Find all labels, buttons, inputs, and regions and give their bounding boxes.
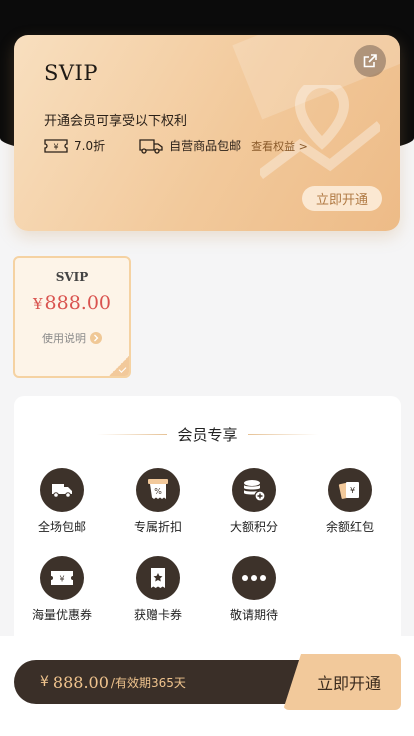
price-summary: ¥ 888.00 /有效期365天 [14,660,314,704]
bottom-purchase-bar: ¥ 888.00 /有效期365天 立即开通 [0,636,414,736]
usage-label: 使用说明 [42,332,86,345]
svg-text:¥: ¥ [59,575,64,584]
arrow-right-icon [90,332,102,344]
card-open-button[interactable]: 立即开通 [302,186,382,211]
perk-discount: ¥ 7.0折 [44,137,105,154]
title-divider-left [97,434,168,435]
perk-shipping-label: 自营商品包邮 [169,139,242,153]
benefit-gift-cards[interactable]: 获赠卡券 [110,556,206,623]
svip-title: SVIP [44,61,98,85]
svg-text:%: % [154,487,162,496]
perk-free-shipping: 自营商品包邮 [139,137,241,154]
gift-card-icon [136,556,180,600]
plan-price: ¥888.00 [15,292,129,314]
plan-amount: 888.00 [44,292,112,314]
title-divider-right [247,434,318,435]
truck-icon [40,468,84,512]
svg-text:¥: ¥ [350,486,355,495]
more-icon [232,556,276,600]
coins-icon [232,468,276,512]
usage-instructions-link[interactable]: 使用说明 [15,330,129,346]
perk-row: ¥ 7.0折 自营商品包邮 查看权益 > [44,137,308,154]
benefit-label: 专属折扣 [133,520,182,534]
benefit-label: 大额积分 [229,520,278,534]
red-envelope-icon: ¥ [328,468,372,512]
benefit-red-envelope[interactable]: ¥ 余额红包 [302,468,398,535]
discount-icon: % [136,468,180,512]
benefit-discount[interactable]: % 专属折扣 [110,468,206,535]
plan-name: SVIP [55,270,89,284]
perk-discount-label: 7.0折 [74,139,106,153]
section-title-wrap: 会员专享 [14,424,401,445]
plan-card-svip[interactable]: SVIP ¥888.00 使用说明 [13,256,131,378]
open-membership-button[interactable]: 立即开通 [283,654,401,710]
member-exclusive-section: 会员专享 全场包邮 % 专属折扣 大额积分 ¥ 余额红包 ¥ 海量优惠券 获赠卡… [14,396,401,656]
benefit-points[interactable]: 大额积分 [206,468,302,535]
benefit-label: 余额红包 [325,520,374,534]
bottom-currency: ¥ [40,674,49,690]
selected-check-icon [109,356,129,376]
plan-currency: ¥ [32,295,43,313]
view-rights-link[interactable]: 查看权益 > [251,138,308,154]
benefit-free-shipping[interactable]: 全场包邮 [14,468,110,535]
benefit-label: 获赠卡券 [133,608,182,622]
bottom-price: 888.00 [52,672,109,692]
benefit-coupons[interactable]: ¥ 海量优惠券 [14,556,110,623]
ticket-icon: ¥ [44,138,68,153]
svip-card: SVIP 开通会员可享受以下权利 ¥ 7.0折 自营商品包邮 查看权益 > 立即… [14,35,400,231]
svg-text:¥: ¥ [53,142,58,151]
coupon-icon: ¥ [40,556,84,600]
svip-description: 开通会员可享受以下权利 [44,114,188,129]
benefit-label: 全场包邮 [37,520,86,534]
benefit-coming-soon[interactable]: 敬请期待 [206,556,302,623]
benefit-label: 敬请期待 [229,608,278,622]
share-icon [363,54,377,68]
section-title: 会员专享 [177,426,238,444]
share-button[interactable] [354,45,386,77]
truck-icon [139,138,163,154]
validity-period: /有效期365天 [110,675,186,690]
benefit-label: 海量优惠券 [31,608,92,622]
